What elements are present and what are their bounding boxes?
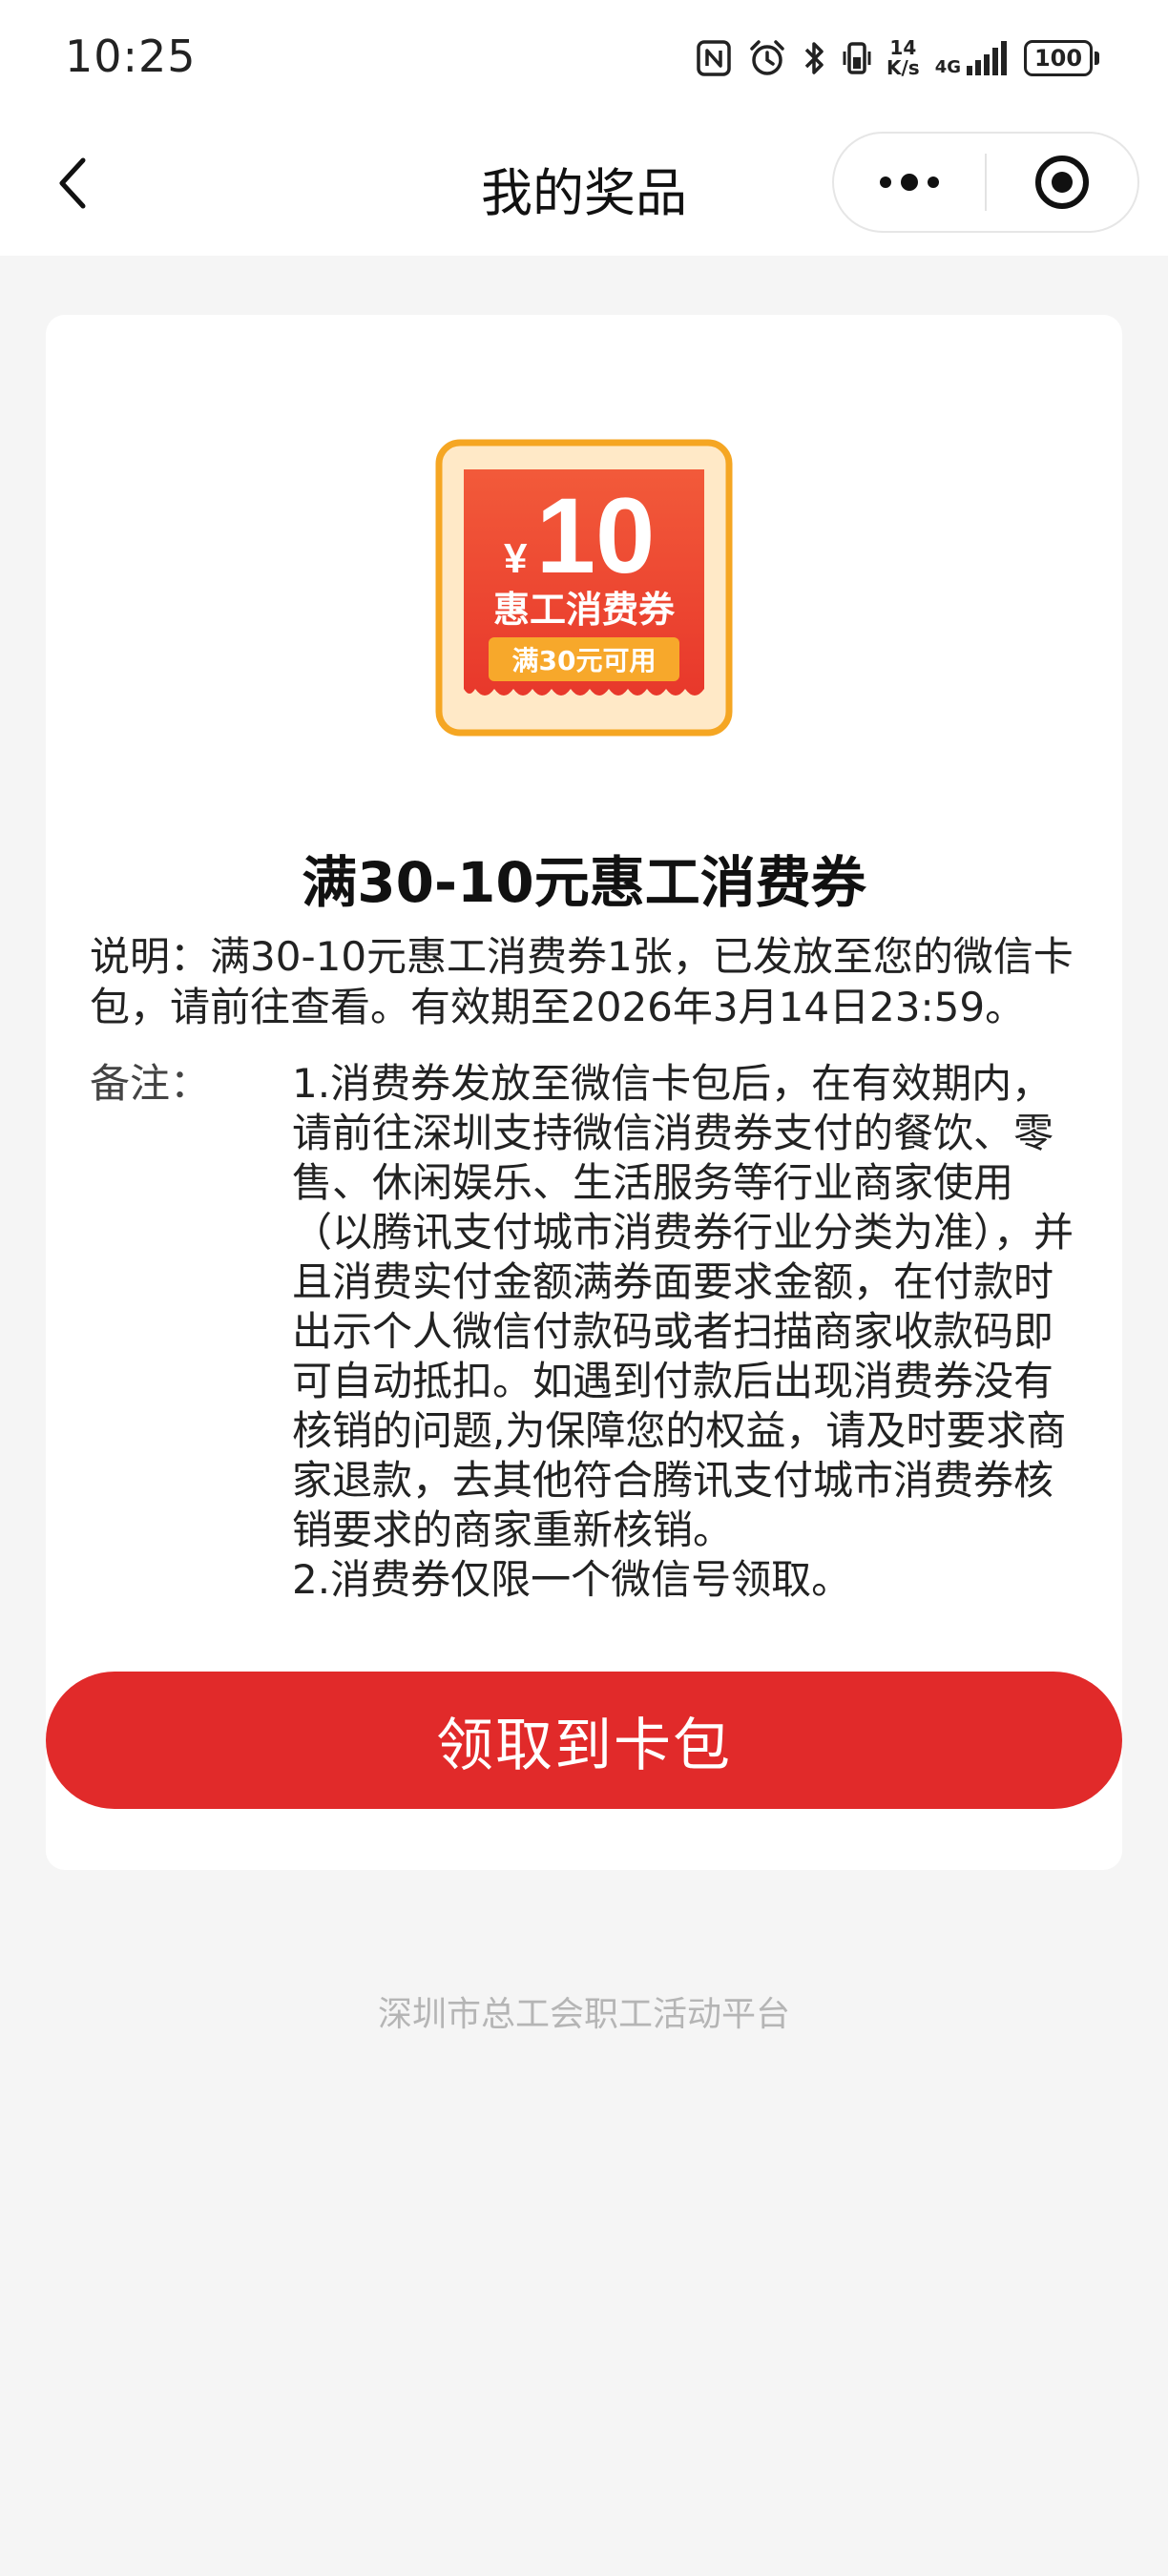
- network-speed-unit: K/s: [886, 56, 920, 79]
- signal-group: 4G: [935, 39, 1009, 77]
- claim-to-wallet-button[interactable]: 领取到卡包: [46, 1672, 1122, 1809]
- coupon-icon-amount: 10: [536, 476, 656, 595]
- status-icons: 14 K/s 4G 100: [696, 34, 1099, 82]
- mini-program-capsule: [832, 132, 1139, 233]
- close-button[interactable]: [987, 134, 1137, 231]
- battery-level: 100: [1024, 40, 1093, 76]
- coupon-icon-condition: 满30元可用: [512, 645, 657, 676]
- notes-body: 1.消费券发放至微信卡包后，在有效期内，请前往深圳支持微信消费券支付的餐饮、零售…: [292, 1059, 1074, 1605]
- prize-card: ¥ 10 惠工消费券 满30元可用 满30-10元惠工消费券 说明：满30-10…: [46, 315, 1122, 1870]
- coupon-illustration: ¥ 10 惠工消费券 满30元可用: [435, 439, 733, 737]
- battery-icon: 100: [1024, 40, 1099, 76]
- back-arrow-icon: [59, 157, 86, 209]
- bluetooth-icon: [803, 38, 827, 78]
- nfc-icon: [696, 39, 732, 77]
- signal-icon: [967, 41, 1007, 75]
- coupon-description: 说明：满30-10元惠工消费券1张，已发放至您的微信卡包，请前往查看。有效期至2…: [90, 933, 1074, 1030]
- coupon-title: 满30-10元惠工消费券: [302, 850, 866, 915]
- close-target-icon: [1034, 156, 1089, 209]
- status-time: 10:25: [65, 31, 197, 82]
- nav-bar: 我的奖品: [0, 114, 1168, 256]
- vibrate-icon: [843, 38, 871, 78]
- status-bar: 10:25 14 K/s 4G 100: [0, 0, 1168, 114]
- network-type: 4G: [934, 57, 961, 77]
- note-item-1: 1.消费券发放至微信卡包后，在有效期内，请前往深圳支持微信消费券支付的餐饮、零售…: [292, 1060, 1074, 1553]
- network-speed: 14 K/s: [886, 38, 920, 78]
- more-button[interactable]: [834, 134, 985, 231]
- footer-platform-name: 深圳市总工会职工活动平台: [377, 1995, 790, 2034]
- note-item-2: 2.消费券仅限一个微信号领取。: [292, 1556, 852, 1603]
- alarm-icon: [747, 38, 787, 78]
- coupon-icon-name: 惠工消费券: [493, 589, 676, 631]
- coupon-icon-currency: ¥: [504, 535, 528, 582]
- notes-label: 备注：: [90, 1060, 211, 1107]
- back-button[interactable]: [44, 153, 101, 214]
- network-speed-value: 14: [889, 36, 917, 59]
- more-dots-icon: [880, 174, 939, 191]
